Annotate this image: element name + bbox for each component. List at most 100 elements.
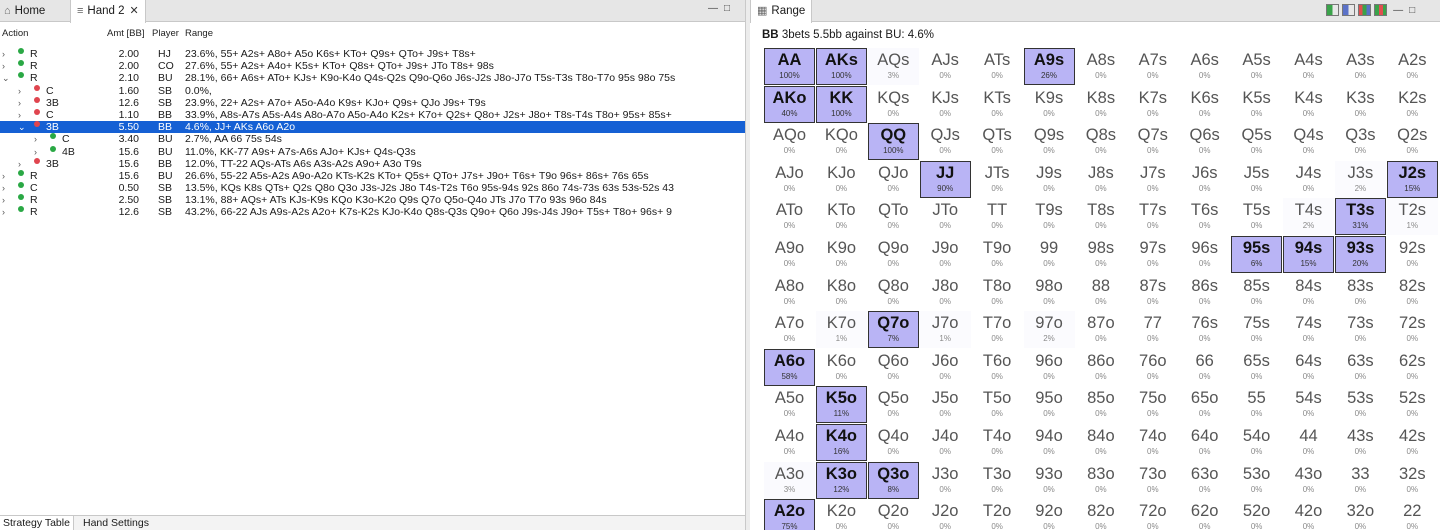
range-cell[interactable]: KJo 0% xyxy=(816,161,867,198)
tree-row[interactable]: › C 0.50 SB 13.5%, KQs K8s QTs+ Q2s Q8o Q3o … xyxy=(0,182,745,194)
range-cell[interactable]: 87o 0% xyxy=(1075,311,1126,348)
view-strategy-icon[interactable] xyxy=(1326,4,1339,16)
range-cell[interactable]: 86o 0% xyxy=(1075,349,1126,386)
range-cell[interactable]: A4s 0% xyxy=(1283,48,1334,85)
range-cell[interactable]: KQo 0% xyxy=(816,123,867,160)
range-cell[interactable]: T4o 0% xyxy=(972,424,1023,461)
range-cell[interactable]: T8s 0% xyxy=(1075,198,1126,235)
range-cell[interactable]: K2o 0% xyxy=(816,499,867,530)
range-cell[interactable]: K8s 0% xyxy=(1075,86,1126,123)
range-cell[interactable]: T9o 0% xyxy=(972,236,1023,273)
range-cell[interactable]: T3s 31% xyxy=(1334,198,1386,236)
range-cell[interactable]: 96o 0% xyxy=(1024,349,1075,386)
range-cell[interactable]: T5o 0% xyxy=(972,386,1023,423)
tree-row[interactable]: › R 2.00 CO 27.6%, 55+ A2s+ A4o+ K5s+ KTo+ Q… xyxy=(0,60,745,72)
view-range-icon[interactable] xyxy=(1342,4,1355,16)
range-cell[interactable]: 75o 0% xyxy=(1127,386,1178,423)
range-cell[interactable]: 92o 0% xyxy=(1024,499,1075,530)
range-cell[interactable]: Q8s 0% xyxy=(1075,123,1126,160)
range-cell[interactable]: 94o 0% xyxy=(1024,424,1075,461)
range-cell[interactable]: 44 0% xyxy=(1283,424,1334,461)
range-cell[interactable]: 92s 0% xyxy=(1387,236,1438,273)
tree-row[interactable]: › R 15.6 BU 26.6%, 55-22 A5s-A2s A9o-A2o KTs… xyxy=(0,169,745,182)
range-cell[interactable]: A2s 0% xyxy=(1387,48,1438,85)
chevron-right-icon[interactable]: › xyxy=(2,170,5,182)
range-cell[interactable]: AJs 0% xyxy=(920,48,971,85)
range-cell[interactable]: 62s 0% xyxy=(1387,349,1438,386)
range-cell[interactable]: K5o 11% xyxy=(815,386,867,424)
range-cell[interactable]: 64s 0% xyxy=(1283,349,1334,386)
view-grid-icon[interactable] xyxy=(1374,4,1387,16)
range-cell[interactable]: A7o 0% xyxy=(764,311,815,348)
range-cell[interactable]: 88 0% xyxy=(1075,274,1126,311)
range-cell[interactable]: T3o 0% xyxy=(972,462,1023,499)
range-cell[interactable]: 94s 15% xyxy=(1283,236,1334,273)
range-cell[interactable]: KJs 0% xyxy=(920,86,971,123)
range-cell[interactable]: 72s 0% xyxy=(1387,311,1438,348)
range-cell[interactable]: Q4o 0% xyxy=(868,424,919,461)
tree-row[interactable]: › R 12.6 SB 43.2%, 66-22 AJs A9s-A2s A2o+ K7… xyxy=(0,206,745,218)
range-cell[interactable]: 54o 0% xyxy=(1231,424,1282,461)
range-cell[interactable]: 76o 0% xyxy=(1127,349,1178,386)
range-cell[interactable]: J4s 0% xyxy=(1283,161,1334,198)
range-cell[interactable]: T4s 2% xyxy=(1283,198,1334,236)
chevron-right-icon[interactable]: › xyxy=(34,146,37,158)
range-cell[interactable]: 95s 6% xyxy=(1231,236,1283,273)
range-cell[interactable]: J6s 0% xyxy=(1179,161,1230,198)
range-cell[interactable]: 73s 0% xyxy=(1335,311,1386,348)
range-cell[interactable]: JTo 0% xyxy=(920,198,971,235)
chevron-right-icon[interactable]: › xyxy=(18,109,21,121)
range-cell[interactable]: Q9o 0% xyxy=(868,236,919,273)
range-cell[interactable]: A9s 26% xyxy=(1023,48,1075,85)
range-cell[interactable]: K6o 0% xyxy=(816,349,867,386)
range-cell[interactable]: 54s 0% xyxy=(1283,386,1334,423)
range-cell[interactable]: 52s 0% xyxy=(1387,386,1438,423)
tab-hand-2[interactable]: ≡ Hand 2 ✕ xyxy=(70,0,146,23)
range-cell[interactable]: 53s 0% xyxy=(1335,386,1386,423)
range-cell[interactable]: 74s 0% xyxy=(1283,311,1334,348)
range-cell[interactable]: AQo 0% xyxy=(764,123,815,160)
range-cell[interactable]: 82s 0% xyxy=(1387,274,1438,311)
range-cell[interactable]: K7o 1% xyxy=(815,311,867,349)
range-cell[interactable]: A5o 0% xyxy=(764,386,815,423)
range-cell[interactable]: 85s 0% xyxy=(1231,274,1282,311)
range-cell[interactable]: T2o 0% xyxy=(972,499,1023,530)
range-cell[interactable]: K4s 0% xyxy=(1283,86,1334,123)
range-cell[interactable]: Q7s 0% xyxy=(1127,123,1178,160)
tab-hand-settings[interactable]: Hand Settings xyxy=(80,516,152,530)
range-cell[interactable]: J3s 2% xyxy=(1334,160,1386,198)
range-cell[interactable]: 82o 0% xyxy=(1075,499,1126,530)
range-cell[interactable]: K3o 12% xyxy=(815,461,867,499)
range-cell[interactable]: QQ 100% xyxy=(867,123,919,161)
range-cell[interactable]: J2s 15% xyxy=(1386,160,1438,198)
range-cell[interactable]: 66 0% xyxy=(1179,349,1230,386)
range-cell[interactable]: A7s 0% xyxy=(1127,48,1178,85)
maximize-icon[interactable]: □ xyxy=(724,3,736,14)
chevron-right-icon[interactable]: › xyxy=(2,194,5,206)
range-cell[interactable]: 96s 0% xyxy=(1179,236,1230,273)
range-cell[interactable]: 97s 0% xyxy=(1127,236,1178,273)
range-cell[interactable]: K6s 0% xyxy=(1179,86,1230,123)
range-cell[interactable]: T6o 0% xyxy=(972,349,1023,386)
range-cell[interactable]: 73o 0% xyxy=(1127,462,1178,499)
range-cell[interactable]: A6s 0% xyxy=(1179,48,1230,85)
range-cell[interactable]: 43o 0% xyxy=(1283,462,1334,499)
range-cell[interactable]: J7s 0% xyxy=(1127,161,1178,198)
range-cell[interactable]: A2o 75% xyxy=(764,499,815,530)
tree-row[interactable]: › R 2.50 SB 13.1%, 88+ AQs+ ATs KJs-K9s KQo … xyxy=(0,194,745,206)
tree-row[interactable]: › 3B 15.6 BB 12.0%, TT-22 AQs-ATs A6s A3s-A2… xyxy=(0,157,745,170)
range-cell[interactable]: ATo 0% xyxy=(764,198,815,235)
chevron-right-icon[interactable]: › xyxy=(2,60,5,72)
range-cell[interactable]: J3o 0% xyxy=(920,462,971,499)
chevron-right-icon[interactable]: › xyxy=(2,206,5,218)
range-cell[interactable]: 98o 0% xyxy=(1024,274,1075,311)
tree-row[interactable]: › C 1.10 BB 33.9%, A8s-A7s A5s-A4s A8o-A7o A… xyxy=(0,108,745,121)
column-amt[interactable]: Amt [BB] xyxy=(107,28,144,39)
range-cell[interactable]: 99 0% xyxy=(1024,236,1075,273)
range-cell[interactable]: KTs 0% xyxy=(972,86,1023,123)
range-cell[interactable]: Q3s 0% xyxy=(1335,123,1386,160)
range-cell[interactable]: J5s 0% xyxy=(1231,161,1282,198)
range-cell[interactable]: T6s 0% xyxy=(1179,198,1230,235)
range-cell[interactable]: QJo 0% xyxy=(868,161,919,198)
range-cell[interactable]: Q2s 0% xyxy=(1387,123,1438,160)
